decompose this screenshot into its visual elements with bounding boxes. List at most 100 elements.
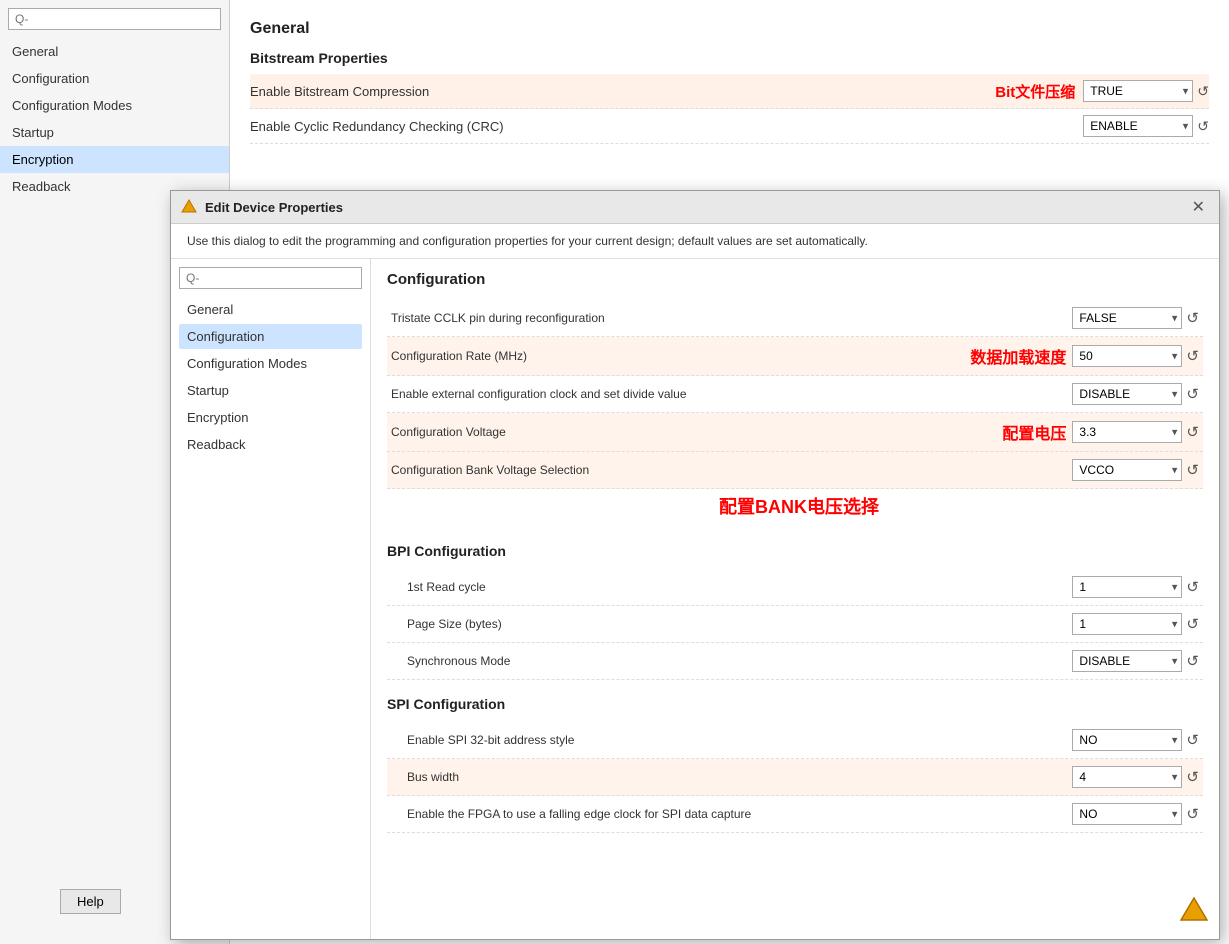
- prop-config-voltage-control: 3.3 1.8 2.5 ↺: [1072, 421, 1199, 443]
- prop-tristate-label: Tristate CCLK pin during reconfiguration: [391, 311, 1066, 325]
- bg-search-input[interactable]: [8, 8, 221, 30]
- prop-row-ext-clock: Enable external configuration clock and …: [387, 376, 1203, 413]
- prop-bank-voltage-label: Configuration Bank Voltage Selection: [391, 463, 1066, 477]
- spi-section-header: SPI Configuration: [387, 696, 1203, 712]
- spi-row-bus-width: Bus width 4 1 2 ↺: [387, 759, 1203, 796]
- prop-config-rate-label: Configuration Rate (MHz): [391, 349, 956, 363]
- spi-bus-width-select[interactable]: 4 1 2: [1072, 766, 1182, 788]
- prop-bank-voltage-reset[interactable]: ↺: [1186, 461, 1199, 479]
- dialog-nav-readback[interactable]: Readback: [179, 432, 362, 457]
- prop-ext-clock-select[interactable]: DISABLE ENABLE: [1072, 383, 1182, 405]
- dialog-app-icon: [181, 199, 197, 215]
- prop-row-config-voltage: Configuration Voltage 配置电压 3.3 1.8 2.5 ↺: [387, 413, 1203, 452]
- dialog-nav-startup[interactable]: Startup: [179, 378, 362, 403]
- help-button[interactable]: Help: [60, 889, 121, 914]
- dialog-close-button[interactable]: ✕: [1188, 197, 1209, 217]
- dialog-titlebar: Edit Device Properties ✕: [171, 191, 1219, 224]
- spi-falling-edge-select-wrapper[interactable]: NO YES: [1072, 803, 1182, 825]
- dialog-content: General Configuration Configuration Mode…: [171, 259, 1219, 939]
- bpi-read-cycle-select[interactable]: 1 2 3 4: [1072, 576, 1182, 598]
- dialog-nav-configuration[interactable]: Configuration: [179, 324, 362, 349]
- spi-falling-edge-select[interactable]: NO YES: [1072, 803, 1182, 825]
- spi-32bit-reset[interactable]: ↺: [1186, 731, 1199, 749]
- spi-row-falling-edge: Enable the FPGA to use a falling edge cl…: [387, 796, 1203, 833]
- bpi-page-size-select-wrapper[interactable]: 1 2 4 8: [1072, 613, 1182, 635]
- dialog-main-inner: Configuration Tristate CCLK pin during r…: [371, 259, 1219, 845]
- prop-tristate-select-wrapper[interactable]: FALSE TRUE: [1072, 307, 1182, 329]
- bpi-row-page-size: Page Size (bytes) 1 2 4 8 ↺: [387, 606, 1203, 643]
- prop-tristate-select[interactable]: FALSE TRUE: [1072, 307, 1182, 329]
- bpi-sync-mode-select[interactable]: DISABLE ENABLE: [1072, 650, 1182, 672]
- vivado-logo-icon: [1179, 896, 1209, 926]
- bg-nav-general[interactable]: General: [0, 38, 229, 65]
- spi-bus-width-select-wrapper[interactable]: 4 1 2: [1072, 766, 1182, 788]
- bank-voltage-annotation: 配置BANK电压选择: [719, 497, 879, 517]
- bg-compression-reset[interactable]: ↺: [1197, 83, 1209, 100]
- bpi-read-cycle-control: 1 2 3 4 ↺: [1072, 576, 1199, 598]
- bg-compression-select-wrapper[interactable]: TRUE FALSE: [1083, 80, 1193, 102]
- bpi-sync-mode-reset[interactable]: ↺: [1186, 652, 1199, 670]
- prop-ext-clock-reset[interactable]: ↺: [1186, 385, 1199, 403]
- bpi-sync-mode-label: Synchronous Mode: [391, 654, 1066, 668]
- bg-nav-config-modes[interactable]: Configuration Modes: [0, 92, 229, 119]
- dialog-nav-encryption[interactable]: Encryption: [179, 405, 362, 430]
- prop-config-rate-reset[interactable]: ↺: [1186, 347, 1199, 365]
- bpi-page-size-reset[interactable]: ↺: [1186, 615, 1199, 633]
- spi-falling-edge-label: Enable the FPGA to use a falling edge cl…: [391, 807, 1066, 821]
- spi-row-32bit: Enable SPI 32-bit address style NO YES ↺: [387, 722, 1203, 759]
- prop-tristate-reset[interactable]: ↺: [1186, 309, 1199, 327]
- bpi-row-sync-mode: Synchronous Mode DISABLE ENABLE ↺: [387, 643, 1203, 680]
- spi-bus-width-label: Bus width: [391, 770, 1066, 784]
- bpi-read-cycle-label: 1st Read cycle: [391, 580, 1066, 594]
- bg-compression-annotation: Bit文件压缩: [995, 81, 1075, 102]
- prop-bank-voltage-select[interactable]: VCCO 2.5V 3.3V: [1072, 459, 1182, 481]
- spi-32bit-select-wrapper[interactable]: NO YES: [1072, 729, 1182, 751]
- spi-falling-edge-reset[interactable]: ↺: [1186, 805, 1199, 823]
- bpi-read-cycle-select-wrapper[interactable]: 1 2 3 4: [1072, 576, 1182, 598]
- spi-bus-width-reset[interactable]: ↺: [1186, 768, 1199, 786]
- dialog-search-input[interactable]: [179, 267, 362, 289]
- bg-crc-control: ENABLE DISABLE ↺: [1083, 115, 1209, 137]
- prop-row-tristate: Tristate CCLK pin during reconfiguration…: [387, 300, 1203, 337]
- prop-config-rate-select[interactable]: 50 1 3 6 12 25: [1072, 345, 1182, 367]
- dialog-nav-general[interactable]: General: [179, 297, 362, 322]
- dialog-description: Use this dialog to edit the programming …: [171, 224, 1219, 259]
- prop-config-voltage-label: Configuration Voltage: [391, 425, 988, 439]
- dialog-title: Edit Device Properties: [205, 200, 1180, 215]
- bg-nav-configuration[interactable]: Configuration: [0, 65, 229, 92]
- prop-ext-clock-label: Enable external configuration clock and …: [391, 387, 1066, 401]
- prop-ext-clock-select-wrapper[interactable]: DISABLE ENABLE: [1072, 383, 1182, 405]
- prop-tristate-control: FALSE TRUE ↺: [1072, 307, 1199, 329]
- bpi-page-size-control: 1 2 4 8 ↺: [1072, 613, 1199, 635]
- prop-config-voltage-reset[interactable]: ↺: [1186, 423, 1199, 441]
- spi-bus-width-control: 4 1 2 ↺: [1072, 766, 1199, 788]
- bg-nav-startup[interactable]: Startup: [0, 119, 229, 146]
- bpi-page-size-select[interactable]: 1 2 4 8: [1072, 613, 1182, 635]
- prop-config-voltage-select[interactable]: 3.3 1.8 2.5: [1072, 421, 1182, 443]
- prop-row-config-rate: Configuration Rate (MHz) 数据加载速度 50 1 3 6…: [387, 337, 1203, 376]
- bg-crc-reset[interactable]: ↺: [1197, 118, 1209, 135]
- prop-bank-voltage-control: VCCO 2.5V 3.3V ↺: [1072, 459, 1199, 481]
- prop-ext-clock-control: DISABLE ENABLE ↺: [1072, 383, 1199, 405]
- bg-crc-select-wrapper[interactable]: ENABLE DISABLE: [1083, 115, 1193, 137]
- bg-prop-row-crc: Enable Cyclic Redundancy Checking (CRC) …: [250, 109, 1209, 144]
- bg-nav-encryption[interactable]: Encryption: [0, 146, 229, 173]
- bg-section-title: General: [250, 20, 1209, 38]
- bpi-sync-mode-select-wrapper[interactable]: DISABLE ENABLE: [1072, 650, 1182, 672]
- bpi-page-size-label: Page Size (bytes): [391, 617, 1066, 631]
- bg-compression-select[interactable]: TRUE FALSE: [1083, 80, 1193, 102]
- bg-prop-crc-label: Enable Cyclic Redundancy Checking (CRC): [250, 119, 1075, 134]
- prop-bank-voltage-select-wrapper[interactable]: VCCO 2.5V 3.3V: [1072, 459, 1182, 481]
- bg-prop-compression-label: Enable Bitstream Compression: [250, 84, 987, 99]
- bg-prop-row-compression: Enable Bitstream Compression Bit文件压缩 TRU…: [250, 74, 1209, 109]
- bg-crc-select[interactable]: ENABLE DISABLE: [1083, 115, 1193, 137]
- prop-config-rate-select-wrapper[interactable]: 50 1 3 6 12 25: [1072, 345, 1182, 367]
- prop-config-voltage-select-wrapper[interactable]: 3.3 1.8 2.5: [1072, 421, 1182, 443]
- bpi-section-header: BPI Configuration: [387, 543, 1203, 559]
- spi-32bit-control: NO YES ↺: [1072, 729, 1199, 751]
- dialog-nav-config-modes[interactable]: Configuration Modes: [179, 351, 362, 376]
- bpi-read-cycle-reset[interactable]: ↺: [1186, 578, 1199, 596]
- spi-32bit-label: Enable SPI 32-bit address style: [391, 733, 1066, 747]
- prop-config-rate-control: 50 1 3 6 12 25 ↺: [1072, 345, 1199, 367]
- spi-32bit-select[interactable]: NO YES: [1072, 729, 1182, 751]
